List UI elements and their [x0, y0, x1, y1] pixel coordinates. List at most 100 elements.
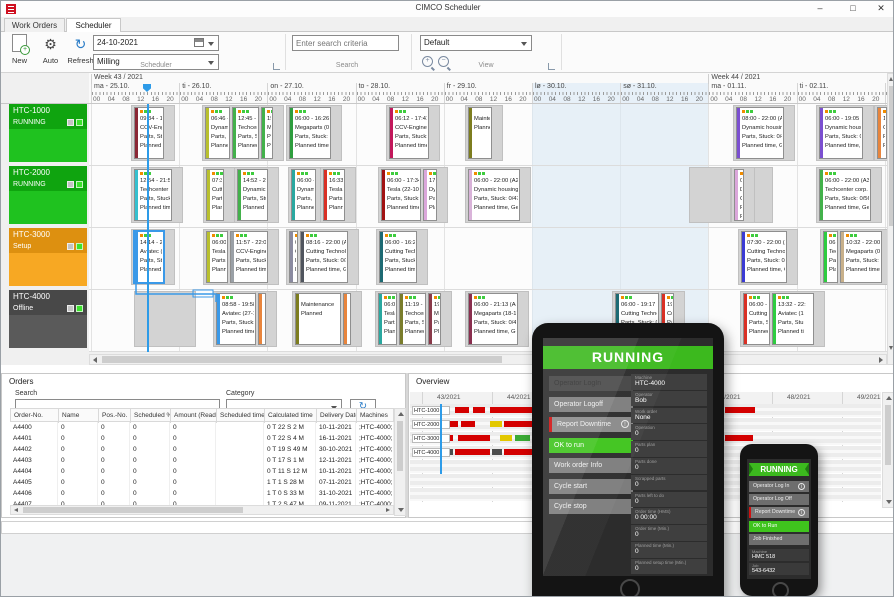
scroll-down-icon[interactable]: [398, 508, 404, 512]
tablet-button-operator-logoff[interactable]: Operator Logoff: [549, 397, 633, 412]
search-input[interactable]: [293, 36, 398, 50]
gantt-task-card[interactable]: 09:34 - 17:1CCV-EngineParts, StuckPlanne…: [134, 107, 164, 159]
scrollbar-thumb[interactable]: [885, 405, 891, 465]
scroll-right-icon[interactable]: [879, 357, 883, 363]
tablet-button-ok-to-run[interactable]: OK to run: [549, 438, 633, 453]
column-header-scheduled-time[interactable]: Scheduled time: [217, 409, 265, 423]
gantt-task-card[interactable]: 0DCPP: [734, 169, 744, 221]
gantt-task-card[interactable]: MaintenancePlanned: [295, 293, 341, 345]
date-dropdown-arrow-icon[interactable]: [208, 42, 214, 46]
gantt-task-card[interactable]: 06:00 - 22:00 (A3005Techcenter corp. (27…: [819, 169, 871, 221]
scrollbar-thumb[interactable]: [397, 421, 403, 471]
column-header-pos-no[interactable]: Pos.-No.: [99, 409, 131, 423]
gantt-vertical-scrollbar[interactable]: [887, 73, 894, 365]
machine-card-htc-4000[interactable]: HTC-4000Offline: [9, 290, 87, 348]
machine-card-htc-3000[interactable]: HTC-3000Setup: [9, 228, 87, 286]
gantt-task-card[interactable]: 06:00 - 1Cutting TParts, StPlanned: [743, 293, 770, 345]
gantt-task-card[interactable]: 0CPP: [289, 231, 298, 283]
view-select[interactable]: Default: [420, 35, 532, 51]
column-header-order-no[interactable]: Order-No.: [11, 409, 59, 423]
gantt-task-card[interactable]: 12:54 - 21:54Techcenter cParts, Stuck:Pl…: [134, 169, 172, 221]
phone-home-button[interactable]: [772, 582, 789, 597]
scroll-left-icon[interactable]: [93, 357, 97, 363]
gantt-task-card[interactable]: 08:16 - 22:00 (A30Cutting TechnologParts…: [300, 231, 348, 283]
date-input[interactable]: 24-10-2021: [93, 35, 219, 51]
gantt-task-card[interactable]: 06:00Tesla (Parts,Planned: [206, 231, 228, 283]
order-row[interactable]: A440300000 T 17 S 1 M12-11-2021;HTC-4000…: [10, 455, 394, 466]
scroll-down-icon[interactable]: [886, 500, 892, 504]
gantt-task-card[interactable]: 12:45 - 18:0TechcenterParts, StuckPlanne…: [232, 107, 259, 159]
gantt-horizontal-scrollbar[interactable]: [89, 354, 887, 365]
phone-button-report-downtime[interactable]: Report Downtimei: [749, 507, 809, 518]
gantt-task-card[interactable]: [258, 293, 266, 345]
phone-button-job-finished[interactable]: Job Finished: [749, 534, 809, 545]
gantt-task-card[interactable]: 15:MePaPl: [261, 107, 273, 159]
scrollbar-thumb[interactable]: [102, 356, 502, 363]
tablet-home-button[interactable]: [620, 579, 640, 597]
gantt-task-card[interactable]: 10:32 - 22:00 (Megaparts (08-Parts, Stuc…: [840, 231, 882, 283]
dialog-launcher-icon[interactable]: [273, 63, 280, 70]
scrollbar-thumb[interactable]: [23, 507, 243, 513]
gantt-task-card[interactable]: 07:3CuttiPartsPlan: [206, 169, 224, 221]
gantt-task-card[interactable]: 06:46 - 12:1Dynamic hoParts, StucPlanned…: [205, 107, 230, 159]
machine-card-htc-1000[interactable]: HTC-1000RUNNING: [9, 104, 87, 162]
tab-scheduler[interactable]: Scheduler: [66, 18, 121, 33]
scroll-up-icon[interactable]: [889, 77, 893, 81]
gantt-task-card[interactable]: 06:00 - 16:26Megaparts (08Parts, Stuck:P…: [289, 107, 331, 159]
gantt-task-card[interactable]: 11:19 - 19TechcentParts, StuPlanned t: [399, 293, 426, 345]
minimize-button[interactable]: –: [806, 1, 834, 16]
gantt-task-card[interactable]: 08:58 - 19:58 (Aviatec (27-10Parts, Stuc…: [216, 293, 256, 345]
order-row[interactable]: A440500001 T 1 S 28 M07-11-2021;HTC-4000…: [10, 477, 394, 488]
tablet-button-cycle-stop[interactable]: Cycle stop: [549, 499, 633, 514]
order-row[interactable]: A440400000 T 11 S 12 M10-11-2021;HTC-400…: [10, 466, 394, 477]
auto-button[interactable]: ⚙ Auto: [37, 34, 64, 70]
dialog-launcher-icon[interactable]: [548, 63, 555, 70]
scroll-up-icon[interactable]: [398, 412, 404, 416]
phone-button-operator-log-in[interactable]: Operator Log Ini: [749, 481, 809, 492]
tablet-button-operator-login[interactable]: Operator LogIn: [549, 376, 633, 391]
gantt-task-card[interactable]: 06:00 - 19:05 (A1Dynamic housingParts, S…: [819, 107, 863, 159]
order-row[interactable]: A440000000 T 22 S 2 M10-11-2021;HTC-4000…: [10, 422, 394, 433]
gantt-task-card[interactable]: 06:00 - 1DynamicParts, StPlanned: [291, 169, 316, 221]
gantt-task-card[interactable]: 17:4DynPartPlan: [423, 169, 437, 221]
column-header-scheduled[interactable]: Scheduled %: [131, 409, 171, 423]
refresh-button[interactable]: ↻ Refresh: [67, 34, 94, 70]
maximize-button[interactable]: □: [839, 1, 867, 16]
scrollbar-thumb[interactable]: [889, 86, 893, 226]
gantt-task-card[interactable]: 14:14 - 2Aviatec (Parts, StuPlanned t: [134, 231, 164, 283]
gantt-task-card[interactable]: 08:00 - 22:00 (A12Dynamic housingsParts,…: [736, 107, 784, 159]
gantt-task-card[interactable]: 14:52 - 20Dynamic hParts, StuPlanned ti: [237, 169, 268, 221]
column-header-machines[interactable]: Machines: [357, 409, 395, 423]
gantt-task-card[interactable]: 06:00 - 17:34 (ATesla (22-10-20Parts, St…: [381, 169, 421, 221]
column-header-calculated-time[interactable]: Calculated time: [265, 409, 317, 423]
gantt-task-card[interactable]: 19:MePaPl: [428, 293, 441, 345]
scroll-down-icon[interactable]: [889, 346, 893, 350]
gantt-task-card[interactable]: 06:00 - 16:21Cutting TechnParts, Stuck:P…: [379, 231, 417, 283]
column-header-amount-ready[interactable]: Amount (Ready): [171, 409, 217, 423]
scroll-left-icon[interactable]: [14, 508, 18, 512]
column-header-name[interactable]: Name: [59, 409, 99, 423]
orders-vertical-scrollbar[interactable]: [394, 408, 406, 516]
gantt-task-card[interactable]: 13:32 - 22:Aviatec (1Parts, StuPlanned t…: [772, 293, 814, 345]
order-row[interactable]: A440200000 T 19 S 49 M30-10-2021;HTC-400…: [10, 444, 394, 455]
overview-vertical-scrollbar[interactable]: [882, 392, 894, 508]
phone-button-operator-log-off[interactable]: Operator Log Off: [749, 494, 809, 505]
tab-work-orders[interactable]: Work Orders: [4, 18, 65, 32]
gantt-task-card[interactable]: 15CPP: [877, 107, 887, 159]
column-header-delivery-date[interactable]: Delivery Date: [317, 409, 357, 423]
machine-card-htc-2000[interactable]: HTC-2000RUNNING: [9, 166, 87, 224]
close-button[interactable]: ✕: [867, 1, 894, 16]
tablet-button-cycle-start[interactable]: Cycle start: [549, 479, 633, 494]
orders-horizontal-scrollbar[interactable]: [10, 505, 394, 515]
gantt-task-card[interactable]: 06:12 - 17:41 (ACCV-EngineerinParts, Stu…: [389, 107, 429, 159]
phone-button-ok-to-run[interactable]: OK to Run: [749, 521, 809, 532]
scroll-up-icon[interactable]: [886, 396, 892, 400]
gantt-task-card[interactable]: 06:00 - 22:00 (A2008Dynamic housings inc…: [468, 169, 520, 221]
gantt-task-card[interactable]: MaintenancePlanned: [468, 107, 492, 159]
gantt-task-card[interactable]: 06:1TechPartPlan: [823, 231, 838, 283]
tablet-button-report-downtime[interactable]: Report Downtime!: [549, 417, 633, 432]
gantt-task-card[interactable]: 06:00 - 21:13 (A4106Megaparts (18-11-20P…: [468, 293, 518, 345]
tablet-button-work-order-info[interactable]: Work order Info: [549, 458, 633, 473]
order-row[interactable]: A440600001 T 0 S 33 M31-10-2021;HTC-4000…: [10, 488, 394, 499]
gantt-task-card[interactable]: 16:33 -Tesla (2Parts, SPlanned: [323, 169, 345, 221]
